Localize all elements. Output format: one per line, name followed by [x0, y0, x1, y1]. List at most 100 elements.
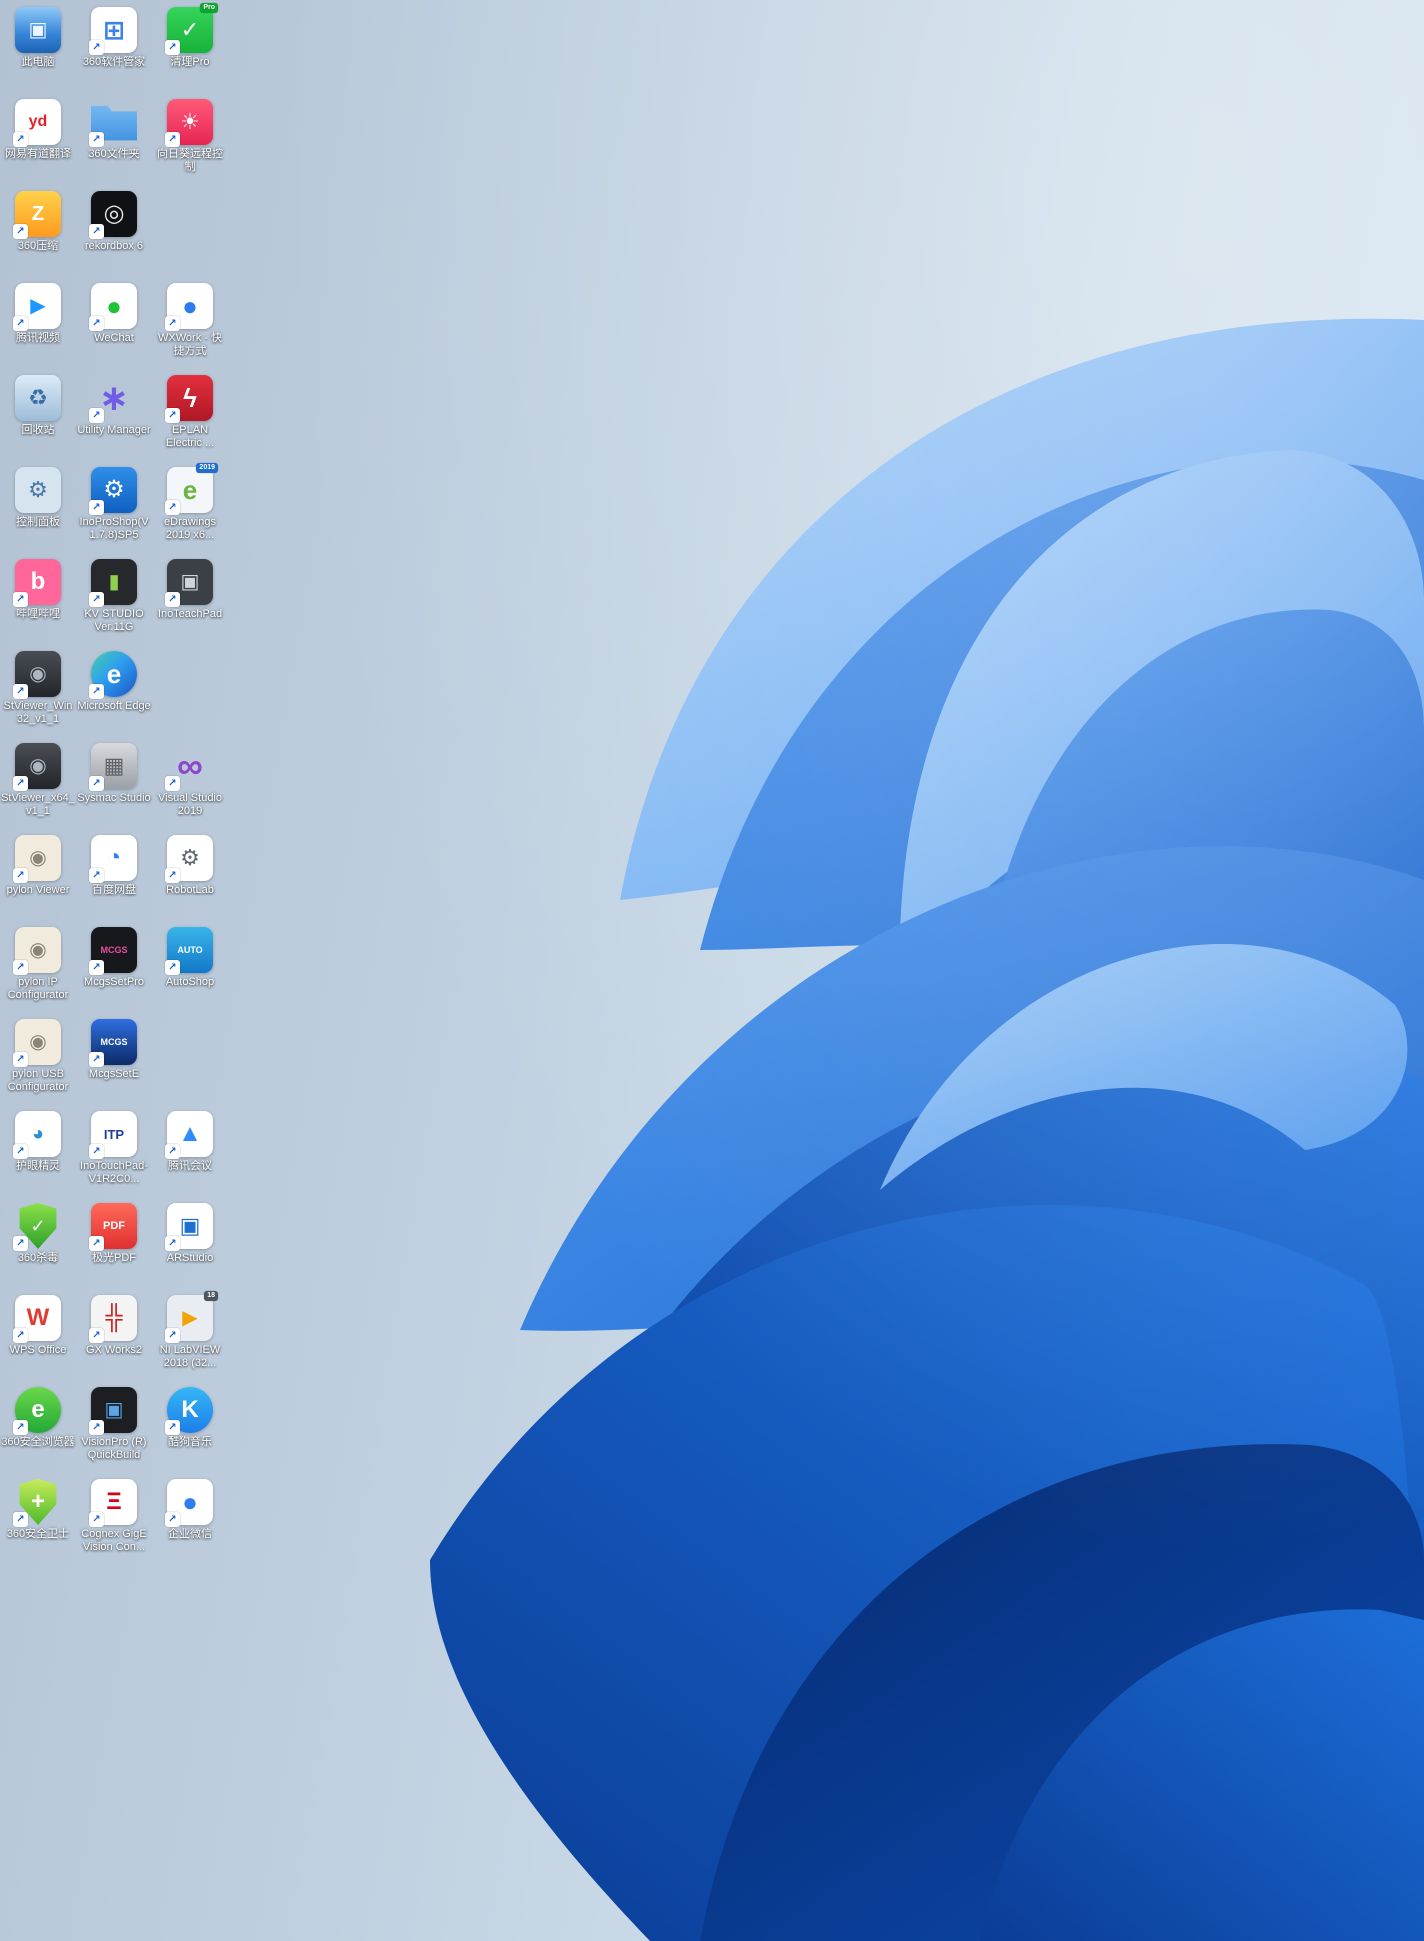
icon-glyph: ▣ [29, 20, 48, 40]
shortcut-arrow-icon: ↗ [13, 868, 28, 883]
desktop-icon-autoshop[interactable]: AUTO ↗ AutoShop [152, 924, 228, 1016]
icon-image: e ↗ [91, 651, 137, 697]
icon-glyph: ◕ [32, 1124, 44, 1144]
desktop-icon-360-software-manager[interactable]: ⊞ ↗ 360软件管家 [76, 4, 152, 96]
icon-glyph: ◉ [29, 664, 46, 684]
shortcut-arrow-icon: ↗ [165, 776, 180, 791]
icon-art: ♻ [15, 375, 61, 421]
desktop-icon-wps-office[interactable]: W ↗ WPS Office [0, 1292, 76, 1384]
icon-label: 360安全浏览器 [1, 1436, 74, 1449]
icon-glyph: ● [182, 293, 198, 319]
icon-badge: Pro [200, 3, 218, 13]
desktop-icon-youdao-translate[interactable]: yd ↗ 网易有道翻译 [0, 96, 76, 188]
icon-glyph: ⚙ [180, 847, 200, 869]
desktop-icon-ni-labview-2018[interactable]: ▶ ↗ 18 NI LabVIEW 2018 (32... [152, 1292, 228, 1384]
icon-image: ▣ ↗ [91, 1387, 137, 1433]
desktop-icon-360-zip[interactable]: Z ↗ 360压缩 [0, 188, 76, 280]
desktop-icon-wechat[interactable]: ● ↗ WeChat [76, 280, 152, 372]
shortcut-arrow-icon: ↗ [89, 40, 104, 55]
desktop-icon-stviewer-x64[interactable]: ◉ ↗ StViewer_x64_v1_1 [0, 740, 76, 832]
desktop-icon-cognex-gige[interactable]: Ξ ↗ Cognex GigE Vision Con... [76, 1476, 152, 1568]
desktop-icon-eye-guard[interactable]: ◕ ↗ 护眼精灵 [0, 1108, 76, 1200]
desktop-icon-360-safeguard[interactable]: + ↗ 360安全卫士 [0, 1476, 76, 1568]
desktop-icon-360-folder[interactable]: ↗ 360文件夹 [76, 96, 152, 188]
desktop-icon-360-antivirus[interactable]: ✓ ↗ 360杀毒 [0, 1200, 76, 1292]
icon-image: ● ↗ [91, 283, 137, 329]
icon-label: pylon USB Configurator [1, 1068, 75, 1094]
icon-glyph: b [31, 570, 46, 594]
icon-image: ◉ ↗ [15, 743, 61, 789]
icon-image: ◕ ↗ [15, 1111, 61, 1157]
icon-label: ARStudio [167, 1252, 213, 1265]
icon-label: WXWork - 快捷方式 [153, 332, 227, 358]
icon-label: Sysmac Studio [77, 792, 150, 805]
icon-image: ↗ [91, 99, 137, 145]
desktop-icon-sunlogin-remote[interactable]: ☀ ↗ 向日葵远程控制 [152, 96, 228, 188]
desktop-icon-robotlab[interactable]: ⚙ ↗ RobotLab [152, 832, 228, 924]
desktop-icon-stviewer-win32[interactable]: ◉ ↗ StViewer_Win32_v1_1 [0, 648, 76, 740]
desktop-icon-pylon-viewer[interactable]: ◉ ↗ pylon Viewer [0, 832, 76, 924]
desktop-icon-gx-works2[interactable]: ╬ ↗ GX Works2 [76, 1292, 152, 1384]
desktop-icon-this-pc[interactable]: ▣ 此电脑 [0, 4, 76, 96]
desktop-icon-sysmac-studio[interactable]: ▦ ↗ Sysmac Studio [76, 740, 152, 832]
shortcut-arrow-icon: ↗ [89, 960, 104, 975]
icon-glyph: yd [29, 114, 48, 130]
desktop-icon-arstudio[interactable]: ▣ ↗ ARStudio [152, 1200, 228, 1292]
desktop-icon-kugou-music[interactable]: K ↗ 酷狗音乐 [152, 1384, 228, 1476]
desktop-icon-tencent-meeting[interactable]: ▲ ↗ 腾讯会议 [152, 1108, 228, 1200]
icon-image: ▦ ↗ [91, 743, 137, 789]
desktop-icon-pylon-ip-configurator[interactable]: ◉ ↗ pylon IP Configurator [0, 924, 76, 1016]
desktop-icon-360-browser[interactable]: e ↗ 360安全浏览器 [0, 1384, 76, 1476]
icon-glyph: ⚙ [28, 479, 48, 501]
shortcut-arrow-icon: ↗ [165, 592, 180, 607]
icon-image: yd ↗ [15, 99, 61, 145]
shortcut-arrow-icon: ↗ [165, 408, 180, 423]
icon-label: McgsSetPro [84, 976, 144, 989]
desktop-icon-pylon-usb-configurator[interactable]: ◉ ↗ pylon USB Configurator [0, 1016, 76, 1108]
icon-label: pylon Viewer [7, 884, 70, 897]
icon-glyph: ⚙ [103, 478, 125, 502]
icon-image: ♻ [15, 375, 61, 421]
desktop-icon-rekordbox-6[interactable]: ◎ ↗ rekordbox 6 [76, 188, 152, 280]
icon-image: AUTO ↗ [167, 927, 213, 973]
desktop-icon-wecom[interactable]: ● ↗ 企业微信 [152, 1476, 228, 1568]
icon-image: Ξ ↗ [91, 1479, 137, 1525]
shortcut-arrow-icon: ↗ [89, 1512, 104, 1527]
desktop-icon-visual-studio-2019[interactable]: ∞ ↗ Visual Studio 2019 [152, 740, 228, 832]
icon-label: rekordbox 6 [85, 240, 143, 253]
desktop-icon-inotouchpad[interactable]: ITP ↗ InoTouchPad-V1R2C0... [76, 1108, 152, 1200]
icon-label: 酷狗音乐 [168, 1436, 212, 1449]
icon-art: ⚙ [15, 467, 61, 513]
desktop-icon-eplan-electric[interactable]: ϟ ↗ EPLAN Electric ... [152, 372, 228, 464]
shortcut-arrow-icon: ↗ [165, 1328, 180, 1343]
desktop-icon-qingli-pro[interactable]: ✓ ↗ Pro 清理Pro [152, 4, 228, 96]
icon-image: ◉ ↗ [15, 651, 61, 697]
icon-image: ▮ ↗ [91, 559, 137, 605]
icon-label: WeChat [94, 332, 134, 345]
desktop-icon-inoproshop[interactable]: ⚙ ↗ InoProShop(V1.7.8)SP5 [76, 464, 152, 556]
desktop-icon-control-panel[interactable]: ⚙ 控制面板 [0, 464, 76, 556]
icon-image: b ↗ [15, 559, 61, 605]
desktop-icon-wxwork-shortcut[interactable]: ● ↗ WXWork - 快捷方式 [152, 280, 228, 372]
shortcut-arrow-icon: ↗ [13, 684, 28, 699]
icon-glyph: ◎ [104, 202, 125, 226]
icon-image: ∞ ↗ [167, 743, 213, 789]
desktop-icon-microsoft-edge[interactable]: e ↗ Microsoft Edge [76, 648, 152, 740]
desktop-icon-utility-manager[interactable]: ∗ ↗ Utility Manager [76, 372, 152, 464]
desktop-icon-inoteachpad[interactable]: ▣ ↗ InoTeachPad [152, 556, 228, 648]
shortcut-arrow-icon: ↗ [13, 960, 28, 975]
desktop-icons: ▣ 此电脑 yd ↗ 网易有道翻译 Z ↗ 360压缩 ▶ [0, 0, 1424, 1941]
desktop-icon-visionpro-quickbuild[interactable]: ▣ ↗ VisionPro (R) QuickBuild [76, 1384, 152, 1476]
desktop-icon-edrawings-2019[interactable]: e ↗ 2019 eDrawings 2019 x6... [152, 464, 228, 556]
desktop-icon-tencent-video[interactable]: ▶ ↗ 腾讯视频 [0, 280, 76, 372]
icon-image: ◉ ↗ [15, 1019, 61, 1065]
desktop-icon-baidu-netdisk[interactable]: ◔ ↗ 百度网盘 [76, 832, 152, 924]
desktop-icon-bilibili[interactable]: b ↗ 哔哩哔哩 [0, 556, 76, 648]
icon-glyph: ▣ [105, 1400, 124, 1420]
desktop-icon-jiguang-pdf[interactable]: PDF ↗ 极光PDF [76, 1200, 152, 1292]
desktop-icon-kv-studio[interactable]: ▮ ↗ KV STUDIO Ver.11G [76, 556, 152, 648]
desktop-icon-mcgssetpro[interactable]: MCGS ↗ McgsSetPro [76, 924, 152, 1016]
desktop-icon-recycle-bin[interactable]: ♻ 回收站 [0, 372, 76, 464]
desktop-icon-mcgssete[interactable]: MCGS ↗ McgsSetE [76, 1016, 152, 1108]
shortcut-arrow-icon: ↗ [89, 316, 104, 331]
